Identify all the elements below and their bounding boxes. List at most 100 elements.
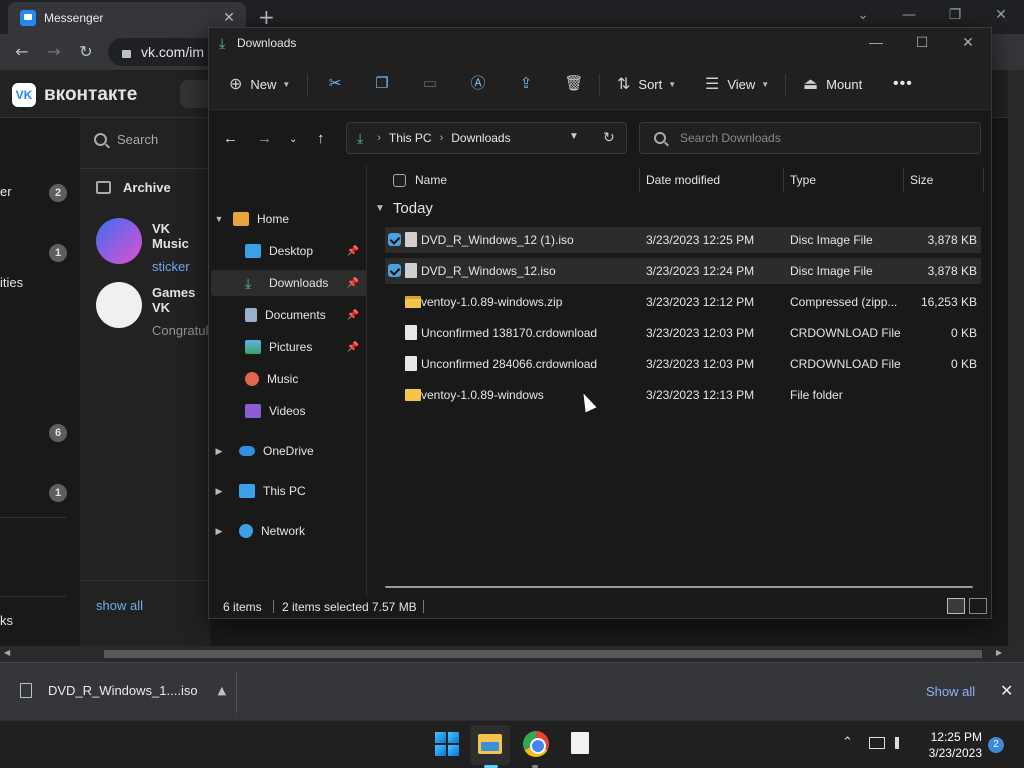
- pin-icon[interactable]: 📌: [347, 310, 359, 321]
- column-header-date[interactable]: Date modified: [646, 173, 720, 187]
- vk-logo[interactable]: VK вконтакте: [12, 83, 137, 107]
- close-tab-icon[interactable]: ✕: [218, 10, 240, 26]
- chevron-right-icon[interactable]: ▶: [213, 526, 225, 537]
- chevron-right-icon[interactable]: ▶: [213, 486, 225, 497]
- column-divider[interactable]: [903, 168, 904, 192]
- nav-item-pictures[interactable]: Pictures 📌: [211, 334, 367, 360]
- vk-search-field[interactable]: [180, 80, 210, 108]
- table-row[interactable]: DVD_R_Windows_12 (1).iso 3/23/2023 12:25…: [385, 227, 981, 253]
- start-button[interactable]: [434, 731, 460, 757]
- horizontal-scrollbar[interactable]: [385, 586, 973, 588]
- network-icon[interactable]: [869, 737, 885, 749]
- rename-icon[interactable]: Ⓐ: [468, 74, 488, 94]
- close-icon[interactable]: ✕: [945, 28, 991, 56]
- up-icon[interactable]: ↑: [317, 130, 325, 147]
- menu-label-communities[interactable]: ities: [0, 275, 23, 290]
- chevron-up-icon[interactable]: ⌃: [842, 735, 853, 750]
- chat-item[interactable]: Games VK Congratul: [96, 282, 210, 338]
- file-explorer-icon[interactable]: [478, 734, 502, 754]
- column-header-name[interactable]: Name: [415, 173, 447, 187]
- nav-item-desktop[interactable]: Desktop 📌: [211, 238, 367, 264]
- notification-badge[interactable]: 2: [988, 737, 1004, 753]
- recent-locations-icon[interactable]: ⌄: [289, 134, 297, 145]
- mount-button[interactable]: ⏏ Mount: [803, 73, 862, 95]
- chevron-right-icon[interactable]: ▶: [213, 446, 225, 457]
- close-icon[interactable]: ✕: [1000, 681, 1013, 700]
- breadcrumb-downloads[interactable]: Downloads: [451, 131, 510, 145]
- clock[interactable]: 12:25 PM 3/23/2023: [922, 729, 982, 761]
- minimize-icon[interactable]: —: [853, 28, 899, 56]
- menu-label-messenger[interactable]: er: [0, 184, 12, 199]
- forward-icon[interactable]: →: [257, 130, 272, 147]
- pin-icon[interactable]: 📌: [347, 278, 359, 289]
- nav-item-this-pc[interactable]: ▶ This PC: [213, 478, 369, 504]
- breadcrumb-this-pc[interactable]: This PC: [389, 131, 432, 145]
- table-row[interactable]: DVD_R_Windows_12.iso 3/23/2023 12:24 PM …: [385, 258, 981, 284]
- nav-item-home[interactable]: ▼ Home: [213, 206, 369, 232]
- maximize-icon[interactable]: ☐: [899, 28, 945, 56]
- menu-label-bookmarks[interactable]: ks: [0, 613, 13, 628]
- more-options-icon[interactable]: •••: [893, 73, 913, 95]
- table-row[interactable]: Unconfirmed 138170.crdownload 3/23/2023 …: [385, 320, 981, 346]
- pin-icon[interactable]: 📌: [347, 342, 359, 353]
- chevron-down-icon[interactable]: ▼: [569, 131, 579, 142]
- nav-item-onedrive[interactable]: ▶ OneDrive: [213, 438, 369, 464]
- group-header-today[interactable]: ▼ Today: [375, 200, 433, 217]
- archive-button[interactable]: Archive: [96, 180, 171, 195]
- row-checkbox[interactable]: [388, 264, 401, 277]
- cut-icon[interactable]: ✂: [325, 74, 345, 94]
- reload-icon[interactable]: ↻: [74, 40, 98, 64]
- nav-item-documents[interactable]: Documents 📌: [211, 302, 367, 328]
- volume-muted-icon[interactable]: [895, 737, 907, 749]
- search-placeholder: Search Downloads: [680, 131, 781, 145]
- notepad-icon[interactable]: [571, 732, 589, 754]
- divider: [0, 517, 66, 518]
- paste-icon[interactable]: ▭: [420, 74, 440, 94]
- scroll-left-icon[interactable]: ◀: [4, 648, 10, 657]
- show-all-link[interactable]: show all: [96, 598, 143, 613]
- details-view-icon[interactable]: [947, 598, 965, 614]
- forward-icon[interactable]: →: [42, 40, 66, 64]
- column-divider[interactable]: [983, 168, 984, 192]
- scrollbar-thumb[interactable]: [104, 650, 982, 658]
- delete-icon[interactable]: 🗑: [564, 74, 584, 94]
- new-button[interactable]: ⊕ New ▼: [229, 73, 290, 95]
- chevron-down-icon: ▼: [282, 79, 291, 89]
- chat-search[interactable]: Search: [94, 132, 158, 147]
- horizontal-scrollbar[interactable]: ◀ ▶: [0, 646, 1024, 662]
- column-header-type[interactable]: Type: [790, 173, 816, 187]
- nav-item-videos[interactable]: Videos: [211, 398, 367, 424]
- chat-item[interactable]: VK Music sticker: [96, 218, 210, 274]
- sort-button[interactable]: ⇅ Sort ▼: [617, 73, 676, 95]
- new-tab-button[interactable]: +: [258, 5, 275, 29]
- view-button[interactable]: ☰ View ▼: [705, 73, 769, 95]
- share-icon[interactable]: ⇪: [516, 74, 536, 94]
- table-row[interactable]: Unconfirmed 284066.crdownload 3/23/2023 …: [385, 351, 981, 377]
- address-bar[interactable]: ⤓ › This PC › Downloads ▼ ↻: [346, 122, 627, 154]
- column-divider[interactable]: [783, 168, 784, 192]
- column-header-size[interactable]: Size: [910, 173, 933, 187]
- vertical-scrollbar[interactable]: [1008, 70, 1024, 646]
- nav-item-music[interactable]: Music: [211, 366, 367, 392]
- scroll-right-icon[interactable]: ▶: [996, 648, 1002, 657]
- copy-icon[interactable]: ❐: [372, 74, 392, 94]
- back-icon[interactable]: ←: [223, 130, 238, 147]
- refresh-icon[interactable]: ↻: [603, 129, 615, 146]
- column-divider[interactable]: [639, 168, 640, 192]
- search-input[interactable]: Search Downloads: [639, 122, 981, 154]
- show-all-downloads-button[interactable]: Show all: [926, 684, 975, 699]
- nav-item-network[interactable]: ▶ Network: [213, 518, 369, 544]
- pin-icon[interactable]: 📌: [347, 246, 359, 257]
- back-icon[interactable]: ←: [10, 40, 34, 64]
- nav-item-downloads[interactable]: ⤓ Downloads 📌: [211, 270, 367, 296]
- table-row[interactable]: ventoy-1.0.89-windows.zip 3/23/2023 12:1…: [385, 289, 981, 315]
- chrome-icon[interactable]: [523, 731, 549, 757]
- divider: [273, 600, 274, 613]
- chevron-down-icon[interactable]: ▼: [213, 214, 225, 224]
- tiles-view-icon[interactable]: [969, 598, 987, 614]
- row-checkbox[interactable]: [388, 233, 401, 246]
- select-all-checkbox[interactable]: [393, 174, 406, 187]
- download-item[interactable]: DVD_R_Windows_1....iso ▲: [20, 683, 226, 698]
- chevron-up-icon[interactable]: ▲: [218, 684, 226, 697]
- table-row[interactable]: ventoy-1.0.89-windows 3/23/2023 12:13 PM…: [385, 382, 981, 408]
